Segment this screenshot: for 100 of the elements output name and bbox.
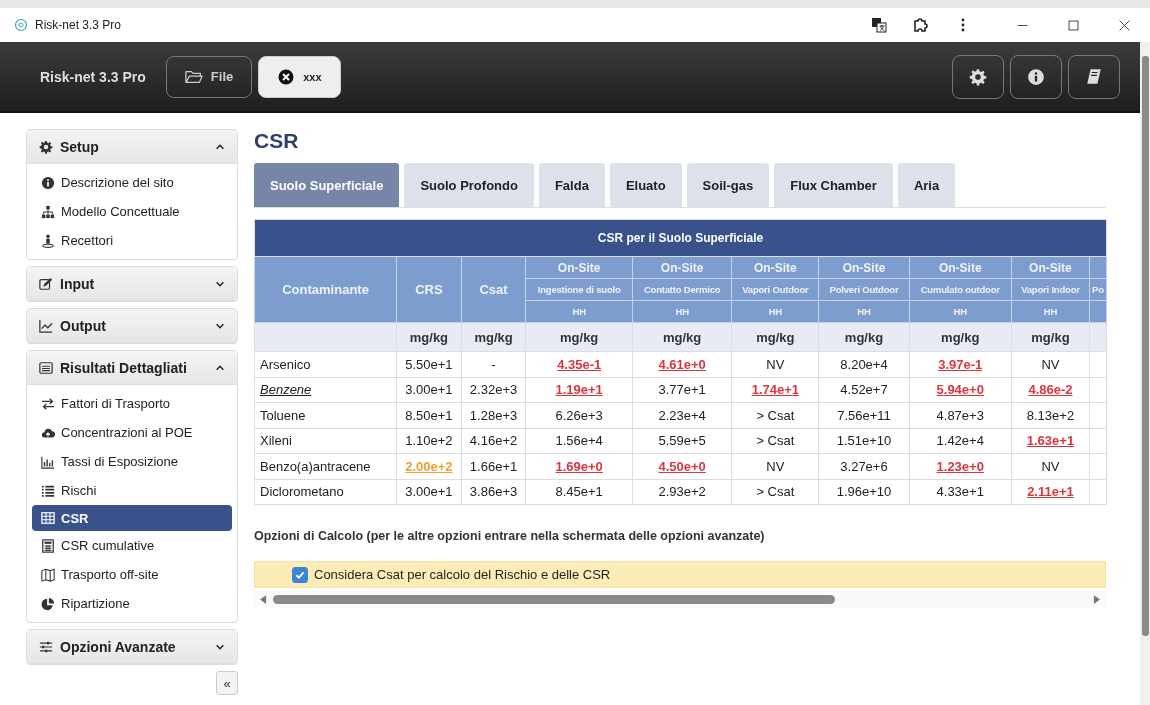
tab[interactable]: Suolo Superficiale — [254, 163, 400, 207]
table-cell: NV — [766, 356, 785, 372]
table-cell: NV — [1041, 356, 1060, 372]
table-cell: 4.52e+7 — [840, 382, 888, 398]
table-cell: NV — [1041, 458, 1060, 474]
table-cell: - — [491, 356, 496, 372]
tab[interactable]: Flux Chamber — [774, 163, 893, 207]
close-icon — [277, 68, 296, 85]
column-header: CRS — [396, 256, 462, 323]
table-cell: 8.45e+1 — [555, 484, 603, 500]
tab[interactable]: Eluato — [609, 163, 682, 207]
table-icon — [41, 511, 55, 525]
sidebar-item[interactable]: CSR cumulative — [32, 531, 232, 560]
flagged-value: 3.97e-1 — [938, 356, 983, 372]
tab[interactable]: Suolo Profondo — [404, 163, 534, 207]
pie-chart-icon — [41, 596, 55, 611]
table-cell: > Csat — [756, 433, 795, 449]
flagged-value: 2.00e+2 — [405, 458, 453, 474]
bar-chart-icon — [41, 454, 55, 469]
unit-label: mg/kg — [941, 329, 980, 345]
settings-button[interactable] — [952, 54, 1004, 99]
list-icon — [39, 360, 53, 375]
flagged-value: 4.50e+0 — [658, 458, 706, 474]
arrows-icon — [41, 396, 55, 411]
sidebar-item[interactable]: Descrizione del sito — [32, 168, 232, 197]
sidebar-item[interactable]: Concentrazioni al POE — [32, 418, 232, 447]
checkbox[interactable] — [292, 566, 308, 583]
calculator-icon — [41, 538, 55, 553]
table-cell: 1.42e+4 — [936, 433, 984, 449]
column-header: Csat — [461, 256, 526, 323]
table-cell: 3.77e+1 — [658, 382, 706, 398]
table-cell: 6.26e+3 — [555, 407, 603, 423]
sidebar-item[interactable]: Fattori di Trasporto — [32, 389, 232, 418]
table-cell: 1.51e+10 — [836, 433, 892, 449]
info-icon — [41, 175, 55, 190]
edit-icon — [39, 276, 53, 291]
table-cell: 4.87e+3 — [936, 407, 984, 423]
sidebar-item[interactable]: Modello Concettuale — [32, 197, 232, 226]
close-file-button[interactable]: xxx — [258, 55, 341, 98]
table-cell: 2.23e+4 — [658, 407, 706, 423]
table-cell: Xileni — [260, 433, 292, 449]
table-cell: 3.86e+3 — [469, 484, 518, 500]
table-cell: 3.00e+1 — [405, 484, 453, 500]
table-cell: > Csat — [756, 484, 795, 500]
flagged-value: 1.63e+1 — [1026, 433, 1075, 449]
gear-icon — [39, 139, 53, 154]
unit-label: mg/kg — [409, 329, 449, 345]
table-cell: > Csat — [756, 407, 795, 423]
puzzle-icon[interactable] — [913, 17, 929, 33]
page-title: CSR — [254, 129, 300, 153]
sidebar-section-header[interactable]: Input — [27, 267, 237, 301]
sidebar-item[interactable]: Ripartizione — [32, 589, 232, 618]
table-cell: 1.96e+10 — [836, 484, 892, 500]
table-cell: Diclorometano — [260, 484, 344, 500]
tab[interactable]: Aria — [897, 163, 956, 207]
info-button[interactable] — [1010, 54, 1062, 99]
sidebar-item[interactable]: Recettori — [32, 226, 232, 255]
table-cell: Arsenico — [260, 356, 311, 372]
manual-button[interactable] — [1068, 54, 1120, 99]
maximize-icon[interactable] — [1067, 18, 1080, 32]
flagged-value: 1.19e+1 — [555, 382, 603, 398]
sidebar-item[interactable]: Rischi — [32, 476, 232, 505]
map-icon — [41, 567, 55, 582]
table-cell: 3.27e+6 — [840, 458, 888, 474]
table-cell: NV — [766, 458, 785, 474]
unit-label: mg/kg — [756, 329, 795, 345]
sidebar-item[interactable]: Trasporto off-site — [32, 560, 232, 589]
sidebar-item[interactable]: Tassi di Esposizione — [32, 447, 232, 476]
sidebar-item[interactable]: CSR — [32, 505, 232, 531]
info-icon — [1027, 67, 1045, 86]
tab[interactable]: Soil-gas — [686, 163, 770, 207]
window-title: Risk-net 3.3 Pro — [35, 18, 122, 32]
flagged-value: 4.86e-2 — [1028, 382, 1073, 398]
sidebar-section-header[interactable]: Output — [27, 309, 237, 343]
unit-label: mg/kg — [663, 329, 702, 345]
tab[interactable]: Falda — [538, 163, 605, 207]
sidebar-section-header[interactable]: Setup — [27, 130, 237, 164]
table-cell: 2.32e+3 — [469, 382, 518, 398]
collapse-sidebar-button[interactable]: « — [216, 671, 238, 695]
file-button[interactable]: File — [165, 55, 253, 98]
table-cell: 1.56e+4 — [555, 433, 603, 449]
scroll-right-icon[interactable] — [1093, 594, 1100, 604]
table-cell: 1.66e+1 — [469, 458, 518, 474]
table-cell: Benzo(a)antracene — [260, 458, 371, 474]
book-icon — [1085, 67, 1103, 86]
flagged-value: 1.23e+0 — [936, 458, 984, 474]
vertical-scrollbar[interactable] — [1140, 42, 1150, 705]
table-cell: 5.59e+5 — [658, 433, 706, 449]
app-name: Risk-net 3.3 Pro — [40, 68, 146, 85]
scroll-left-icon[interactable] — [260, 594, 267, 604]
table-cell: 4.33e+1 — [936, 484, 984, 500]
horizontal-scrollbar[interactable] — [254, 590, 1106, 608]
close-icon[interactable] — [1118, 18, 1131, 32]
table-title: CSR per il Suolo Superficiale — [254, 219, 1107, 257]
sidebar-section-header[interactable]: Opzioni Avanzate — [27, 630, 237, 664]
sliders-icon — [39, 639, 53, 654]
sidebar-section-header[interactable]: Risultati Dettagliati — [27, 351, 237, 385]
unit-label: mg/kg — [560, 329, 599, 345]
column-header: Contaminante — [254, 256, 397, 323]
translate-icon[interactable] — [871, 17, 887, 33]
